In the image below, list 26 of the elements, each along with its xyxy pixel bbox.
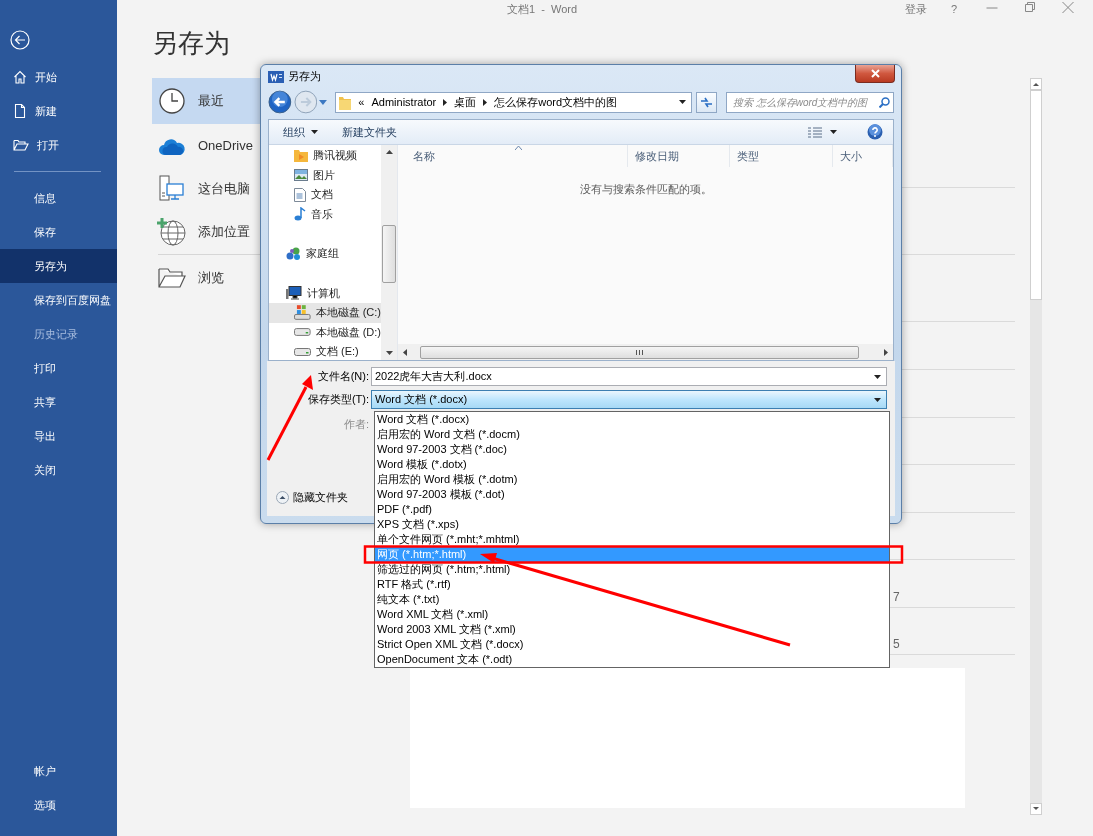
- nav-label: 图片: [313, 167, 335, 183]
- sidebar-label: 开始: [35, 69, 57, 85]
- sidebar-label: 打开: [37, 137, 59, 153]
- list-text: 5: [893, 637, 900, 651]
- field-label: 文件名(N):: [316, 369, 370, 384]
- field-label: 保存类型(T):: [306, 392, 370, 407]
- dialog-title: 另存为: [288, 69, 321, 84]
- field-label: 作者:: [342, 416, 370, 431]
- location-label: 这台电脑: [198, 179, 250, 198]
- nav-label: 计算机: [307, 285, 340, 301]
- page-heading: 另存为: [152, 28, 230, 58]
- empty-message: 没有与搜索条件匹配的项。: [579, 182, 712, 197]
- nav-label: 腾讯视频: [313, 148, 357, 164]
- location-label: 浏览: [198, 268, 224, 287]
- nav-label: 家庭组: [306, 246, 339, 262]
- nav-label: 文档 (E:): [316, 344, 359, 360]
- location-label: OneDrive: [198, 138, 253, 153]
- nav-label: 本地磁盘 (D:): [315, 324, 381, 340]
- sidebar-label: 新建: [35, 103, 57, 119]
- location-label: 添加位置: [198, 222, 250, 241]
- list-text: 7: [893, 590, 900, 604]
- window-title: 文档1 - Word: [507, 1, 578, 17]
- nav-label: 音乐: [311, 206, 333, 222]
- nav-label: 文档: [311, 187, 333, 203]
- nav-label: 本地磁盘 (C:): [315, 305, 381, 321]
- location-label: 最近: [198, 92, 224, 110]
